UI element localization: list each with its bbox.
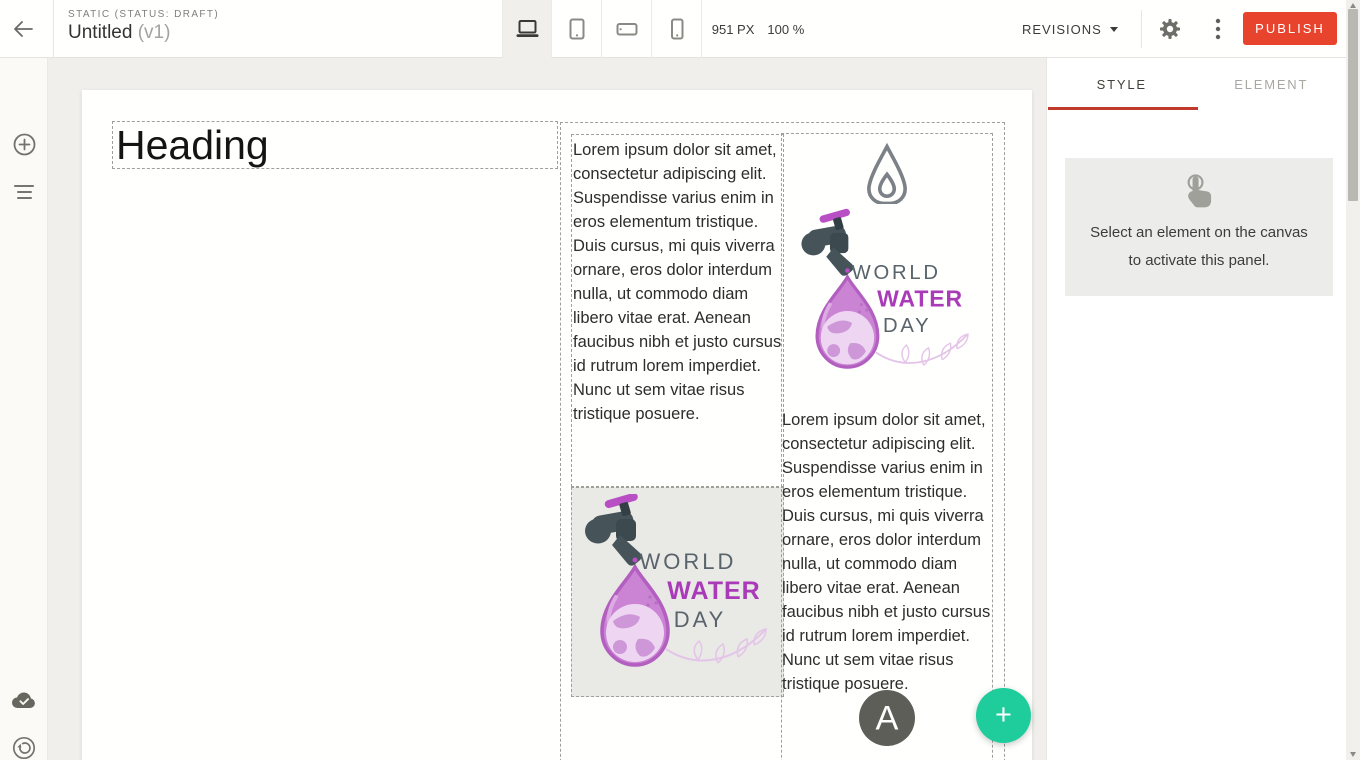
device-tab-mobile-landscape[interactable] <box>602 0 652 58</box>
device-preview-tabs <box>502 0 702 58</box>
page-scrollbar[interactable] <box>1346 0 1360 760</box>
cloud-save-status-button[interactable] <box>12 688 36 712</box>
water-day-word3: DAY <box>673 607 726 632</box>
device-tab-mobile-portrait[interactable] <box>652 0 702 58</box>
inspector-tabs: STYLE ELEMENT <box>1047 58 1346 110</box>
add-element-button[interactable] <box>12 132 36 156</box>
document-title: Untitled (v1) <box>68 22 219 44</box>
add-icon <box>13 133 36 156</box>
mobile-portrait-icon <box>665 17 689 41</box>
page-builder-app: STATIC (STATUS: DRAFT) Untitled (v1) <box>0 0 1360 760</box>
revisions-dropdown[interactable]: REVISIONS <box>1022 14 1118 44</box>
world-water-day-image[interactable]: WORLD WATER DAY <box>795 208 979 392</box>
plus-icon: + <box>995 699 1012 731</box>
brand-letter: A <box>876 699 899 737</box>
paragraph-text: Lorem ipsum dolor sit amet, consectetur … <box>782 408 992 696</box>
brand-pin-logo-icon <box>858 140 916 204</box>
settings-button[interactable] <box>1153 13 1187 45</box>
divider <box>1141 10 1142 48</box>
placeholder-line2: to activate this panel. <box>1065 247 1333 275</box>
add-content-fab[interactable]: + <box>976 688 1031 743</box>
device-tab-desktop[interactable] <box>502 0 552 58</box>
publish-button[interactable]: PUBLISH <box>1243 12 1337 45</box>
chevron-down-icon <box>1110 27 1118 32</box>
undo-icon <box>12 736 36 760</box>
outline-structure-button[interactable] <box>12 180 36 204</box>
column-block-right[interactable]: WORLD WATER DAY Lorem ipsum dolor sit am… <box>781 133 993 760</box>
device-tab-tablet[interactable] <box>552 0 602 58</box>
tablet-icon <box>565 17 589 41</box>
scrollbar-thumb[interactable] <box>1348 9 1358 201</box>
canvas-dimensions: 951 PX 100 % <box>700 0 816 58</box>
gear-icon <box>1158 17 1182 41</box>
active-tab-indicator <box>1048 107 1198 110</box>
page-canvas[interactable]: Heading Lorem ipsum dolor sit amet, cons… <box>82 90 1032 760</box>
document-title-block: STATIC (STATUS: DRAFT) Untitled (v1) <box>68 9 219 44</box>
paragraph-text: Lorem ipsum dolor sit amet, consectetur … <box>573 138 782 426</box>
water-day-word2: WATER <box>667 577 760 605</box>
divider <box>53 0 54 58</box>
outline-icon <box>14 185 34 199</box>
canvas-zoom-value: 100 % <box>767 22 804 37</box>
scroll-down-arrow[interactable] <box>1346 750 1360 760</box>
water-day-word2: WATER <box>877 285 963 311</box>
world-water-day-image: WORLD WATER DAY <box>578 494 778 690</box>
editor-sidebar <box>0 58 48 760</box>
revisions-label: REVISIONS <box>1022 22 1102 37</box>
desktop-icon <box>515 18 540 40</box>
mobile-landscape-icon <box>615 17 639 41</box>
tap-pointer-icon <box>1180 171 1218 211</box>
document-name: Untitled <box>68 22 132 43</box>
placeholder-line1: Select an element on the canvas <box>1065 219 1333 247</box>
letter-a-icon: A <box>859 690 915 746</box>
undo-button[interactable] <box>12 736 36 760</box>
brand-a-logo[interactable]: A <box>859 690 915 746</box>
back-button[interactable] <box>10 15 44 43</box>
panel-placeholder: Select an element on the canvas to activ… <box>1065 158 1333 296</box>
tab-style[interactable]: STYLE <box>1047 58 1197 110</box>
image-block-left[interactable]: WORLD WATER DAY <box>571 487 784 697</box>
arrow-left-icon <box>10 17 38 41</box>
kebab-menu-icon <box>1215 17 1221 41</box>
text-block-left[interactable]: Lorem ipsum dolor sit amet, consectetur … <box>571 134 784 487</box>
panel-placeholder-text: Select an element on the canvas to activ… <box>1065 219 1333 275</box>
tab-element[interactable]: ELEMENT <box>1197 58 1347 110</box>
more-options-button[interactable] <box>1201 13 1235 45</box>
cloud-saved-icon <box>12 690 36 710</box>
heading-block[interactable]: Heading <box>112 121 558 169</box>
water-day-word1: WORLD <box>852 262 941 284</box>
status-label: STATIC (STATUS: DRAFT) <box>68 9 219 20</box>
topbar: STATIC (STATUS: DRAFT) Untitled (v1) <box>0 0 1346 58</box>
columns-row-block[interactable]: Lorem ipsum dolor sit amet, consectetur … <box>560 122 1005 760</box>
heading-text: Heading <box>113 122 557 168</box>
inspector-panel: STYLE ELEMENT Select an element on the c… <box>1046 58 1346 760</box>
water-day-word3: DAY <box>883 315 931 337</box>
water-day-word1: WORLD <box>639 549 736 574</box>
canvas-width-value: 951 PX <box>712 22 755 37</box>
document-version: (v1) <box>138 22 171 43</box>
